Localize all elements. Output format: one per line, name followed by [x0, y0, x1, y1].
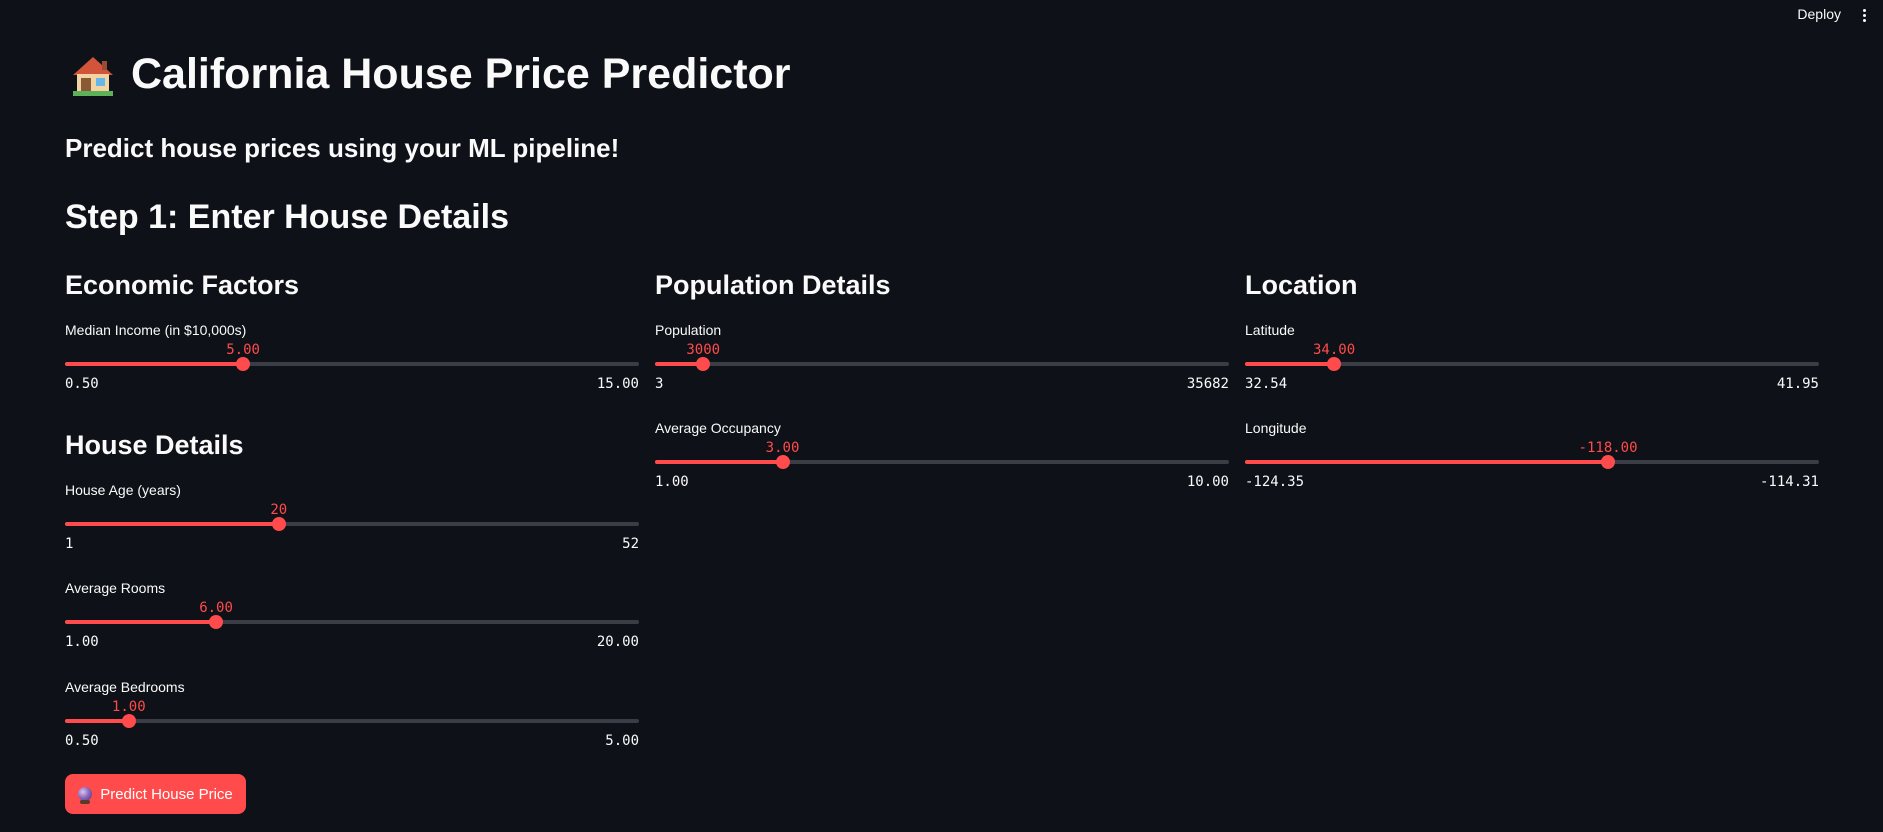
slider-min: 1.00 [65, 634, 99, 650]
slider-average-bedrooms: Average Bedrooms 1.00 0.50 5.00 [65, 679, 639, 759]
slider-fill [655, 460, 783, 464]
slider-max: 5.00 [605, 733, 639, 749]
slider-min: 1 [65, 536, 74, 552]
page-title: California House Price Predictor [69, 50, 791, 99]
slider-max: 10.00 [1186, 474, 1229, 490]
slider-fill [65, 719, 129, 723]
slider-label: Longitude [1245, 420, 1307, 436]
slider-max: 35682 [1186, 376, 1229, 392]
slider-max: 41.95 [1776, 376, 1819, 392]
slider-track[interactable] [65, 615, 639, 629]
slider-track[interactable] [655, 455, 1229, 469]
slider-label: House Age (years) [65, 482, 181, 498]
section-economic-factors: Economic Factors [65, 270, 300, 300]
slider-thumb[interactable] [271, 517, 286, 531]
slider-label: Average Occupancy [655, 420, 781, 436]
slider-value: 3.00 [765, 440, 800, 456]
slider-thumb[interactable] [696, 357, 711, 371]
slider-max: 20.00 [596, 634, 639, 650]
page-title-text: California House Price Predictor [131, 50, 791, 98]
slider-longitude: Longitude -118.00 -124.35 -114.31 [1245, 420, 1819, 500]
slider-min: 1.00 [655, 474, 689, 490]
slider-track[interactable] [65, 357, 639, 371]
slider-value: 1.00 [111, 699, 146, 715]
slider-value: 3000 [686, 342, 721, 358]
slider-min: 0.50 [65, 733, 99, 749]
slider-max: 15.00 [596, 376, 639, 392]
section-house-details: House Details [65, 430, 244, 460]
slider-max: -114.31 [1759, 474, 1819, 490]
slider-average-rooms: Average Rooms 6.00 1.00 20.00 [65, 580, 639, 660]
slider-value: 20 [270, 502, 288, 518]
section-population-details: Population Details [655, 270, 891, 300]
slider-label: Latitude [1245, 322, 1295, 338]
slider-track[interactable] [1245, 357, 1819, 371]
slider-value: -118.00 [1578, 440, 1638, 456]
slider-value: 34.00 [1313, 342, 1356, 358]
page-subtitle: Predict house prices using your ML pipel… [65, 133, 620, 163]
slider-average-occupancy: Average Occupancy 3.00 1.00 10.00 [655, 420, 1229, 500]
slider-latitude: Latitude 34.00 32.54 41.95 [1245, 322, 1819, 402]
top-bar: Deploy [0, 0, 1883, 30]
slider-label: Median Income (in $10,000s) [65, 322, 247, 338]
slider-thumb[interactable] [121, 714, 136, 728]
slider-min: 3 [655, 376, 664, 392]
slider-label: Population [655, 322, 722, 338]
slider-house-age: House Age (years) 20 1 52 [65, 482, 639, 562]
slider-thumb[interactable] [1601, 455, 1616, 469]
slider-thumb[interactable] [209, 615, 224, 629]
slider-population: Population 3000 3 35682 [655, 322, 1229, 402]
slider-fill [65, 362, 244, 366]
predict-house-price-button[interactable]: Predict House Price [65, 774, 246, 814]
slider-value: 5.00 [226, 342, 260, 358]
section-location: Location [1245, 270, 1358, 300]
kebab-menu-icon[interactable] [1853, 5, 1875, 25]
slider-fill [65, 620, 217, 624]
slider-median-income: Median Income (in $10,000s) 5.00 0.50 15… [65, 322, 639, 402]
slider-thumb[interactable] [1327, 357, 1342, 371]
slider-min: -124.35 [1245, 474, 1305, 490]
deploy-button[interactable]: Deploy [1797, 6, 1841, 22]
slider-thumb[interactable] [775, 455, 790, 469]
slider-value: 6.00 [199, 600, 233, 616]
slider-fill [65, 522, 279, 526]
slider-track[interactable] [655, 357, 1229, 371]
slider-label: Average Rooms [65, 580, 166, 596]
slider-min: 32.54 [1245, 376, 1288, 392]
house-icon [69, 53, 117, 97]
step-heading: Step 1: Enter House Details [65, 198, 510, 236]
slider-max: 52 [622, 536, 639, 552]
slider-track[interactable] [65, 714, 639, 728]
slider-label: Average Bedrooms [65, 679, 185, 695]
slider-track[interactable] [1245, 455, 1819, 469]
slider-fill [1245, 362, 1335, 366]
slider-track[interactable] [65, 517, 639, 531]
predict-button-label: Predict House Price [100, 785, 233, 803]
crystal-ball-icon [78, 787, 93, 804]
slider-fill [1245, 460, 1609, 464]
slider-min: 0.50 [65, 376, 99, 392]
slider-thumb[interactable] [236, 357, 251, 371]
